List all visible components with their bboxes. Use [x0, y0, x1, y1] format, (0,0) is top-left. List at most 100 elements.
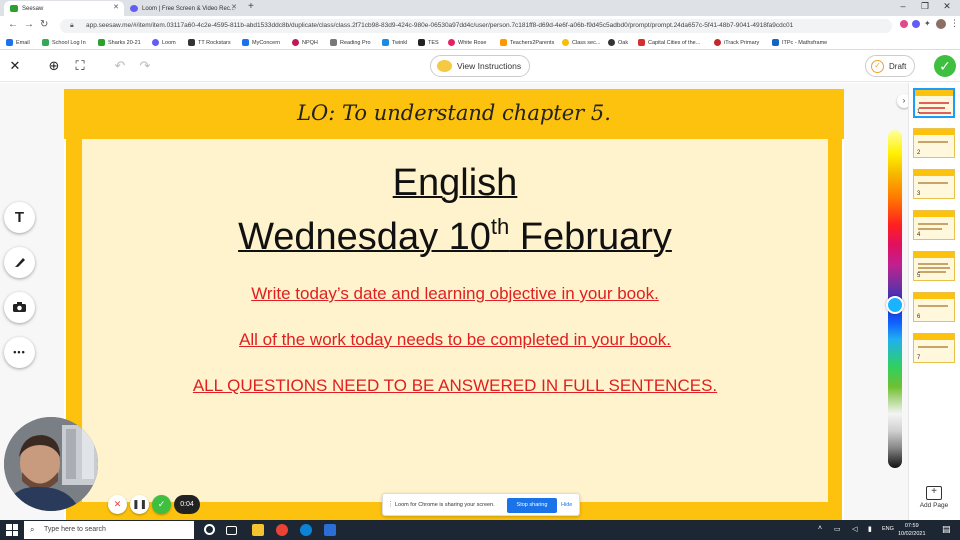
slide-date: Wednesday 10th February — [78, 214, 832, 259]
draft-check-icon: ✓ — [871, 59, 884, 73]
thumb-header — [914, 211, 954, 217]
slide-title: English — [78, 162, 832, 205]
bookmark-label: Teachers2Parents — [510, 39, 555, 46]
mail-icon[interactable] — [324, 524, 336, 536]
forward-icon[interactable]: → — [24, 19, 34, 30]
tab-loom[interactable]: Loom | Free Screen & Video Rec... ✕ — [124, 1, 242, 16]
cortana-icon[interactable] — [204, 524, 215, 535]
task-view-icon[interactable] — [226, 526, 237, 535]
tray-chevron-icon[interactable]: ˄ — [818, 525, 822, 532]
pause-icon[interactable]: ❚❚ — [130, 495, 149, 514]
bookmark-label: NPQH — [302, 39, 318, 46]
bookmark-loom[interactable]: Loom — [152, 39, 176, 46]
bookmark-npqh[interactable]: NPQH — [292, 39, 318, 46]
close-window-icon[interactable]: ✕ — [936, 1, 958, 12]
draft-button[interactable]: ✓ Draft — [865, 55, 915, 77]
zoom-icon[interactable]: ⊕ — [45, 57, 63, 75]
browser-tab-bar: Seesaw ✕ Loom | Free Screen & Video Rec.… — [0, 0, 960, 16]
date-prefix: Wednesday 10 — [238, 216, 491, 258]
reload-icon[interactable]: ↻ — [40, 19, 48, 30]
bookmark-icon — [330, 39, 337, 46]
bookmark-mathsframe[interactable]: ITPc - Mathsframe — [772, 39, 827, 46]
bookmark-myconcern[interactable]: MyConcern — [242, 39, 280, 46]
finish-recording-icon[interactable]: ✓ — [152, 495, 171, 514]
text-tool-button[interactable]: T — [4, 202, 35, 233]
network-icon[interactable]: ▭ — [834, 525, 841, 533]
draft-label: Draft — [889, 61, 907, 71]
language-indicator[interactable]: ENG — [882, 526, 894, 532]
bookmark-class-sec[interactable]: Class sec... — [562, 39, 600, 46]
add-page-icon: + — [926, 486, 942, 500]
notifications-icon[interactable]: ▤ — [942, 524, 951, 535]
edge-icon[interactable] — [300, 524, 312, 536]
lock-icon: 🔒︎ — [70, 22, 74, 29]
tab-seesaw[interactable]: Seesaw ✕ — [4, 1, 124, 16]
seesaw-favicon-icon — [10, 5, 18, 12]
fullscreen-icon[interactable]: ⛶ — [71, 57, 89, 75]
bookmark-tt-rockstars[interactable]: TT Rockstars — [188, 39, 231, 46]
hide-button[interactable]: Hide — [561, 502, 572, 508]
bookmark-oak[interactable]: Oak — [608, 39, 628, 46]
taskbar-search-input[interactable]: ⌕ Type here to search — [24, 521, 194, 539]
minimize-icon[interactable]: – — [892, 1, 914, 11]
bookmark-label: MyConcern — [252, 39, 281, 46]
camera-tool-button[interactable] — [4, 292, 35, 323]
close-icon[interactable]: ✕ — [6, 57, 24, 75]
new-tab-button[interactable]: + — [248, 1, 254, 12]
pen-tool-button[interactable] — [4, 247, 35, 278]
bookmark-icon — [608, 39, 615, 46]
add-page-button[interactable]: + Add Page — [912, 486, 956, 509]
bookmark-capital-cities[interactable]: Capital Cities of the... — [638, 39, 700, 46]
bookmark-label: Loom — [162, 39, 176, 46]
taskbar-clock[interactable]: 07:59 10/02/2021 — [898, 522, 926, 538]
chrome-icon[interactable] — [276, 524, 288, 536]
bookmark-white-rose[interactable]: White Rose — [448, 39, 486, 46]
bookmark-reading-pro[interactable]: Reading Pro — [330, 39, 371, 46]
loom-extension-icon[interactable] — [912, 20, 920, 28]
date-suffix-sup: th — [490, 214, 510, 239]
bookmark-teachers2parents[interactable]: Teachers2Parents — [500, 39, 554, 46]
bookmark-email[interactable]: Email — [6, 39, 30, 46]
avatar[interactable] — [936, 19, 946, 29]
battery-icon[interactable]: ▮ — [868, 525, 872, 533]
recording-timer: 0:04 — [174, 495, 200, 514]
extension-icon[interactable] — [900, 20, 908, 28]
stop-sharing-button[interactable]: Stop sharing — [507, 498, 557, 513]
email-icon — [6, 39, 13, 46]
bookmark-twinkl[interactable]: Twinkl — [382, 39, 407, 46]
bookmark-label: ITPc - Mathsframe — [782, 39, 828, 46]
file-explorer-icon[interactable] — [252, 524, 264, 536]
page-number: 7 — [917, 355, 921, 361]
thumb-header — [914, 293, 954, 299]
instruction-line: All of the work today needs to be comple… — [239, 330, 671, 349]
bookmark-itrack[interactable]: iTrack Primary — [714, 39, 759, 46]
bookmark-tes[interactable]: TES — [418, 39, 439, 46]
bookmark-school-log-in[interactable]: School Log In — [42, 39, 86, 46]
volume-icon[interactable]: ◁ — [852, 525, 857, 533]
menu-dots-icon[interactable]: ⋮ — [950, 18, 959, 29]
drag-handle-icon[interactable]: ⋮ — [387, 500, 394, 508]
delete-recording-icon[interactable]: ✕ — [108, 495, 127, 514]
color-slider-handle[interactable] — [886, 296, 904, 314]
editor-toolbar: ✕ ⊕ ⛶ ↶ ↷ View Instructions ✓ Draft ✓ — [0, 50, 960, 82]
page-number: 3 — [917, 191, 921, 197]
url-field[interactable]: 🔒︎ app.seesaw.me/#/item/item.03117a60-4c… — [60, 19, 892, 33]
more-tools-button[interactable]: ••• — [4, 337, 35, 368]
webcam-bubble[interactable] — [4, 417, 98, 511]
undo-icon[interactable]: ↶ — [111, 57, 129, 75]
done-check-button[interactable]: ✓ — [934, 55, 956, 77]
puzzle-icon[interactable]: ✦ — [924, 19, 931, 28]
bookmark-icon — [382, 39, 389, 46]
view-instructions-button[interactable]: View Instructions — [430, 55, 530, 77]
bookmark-icon — [772, 39, 779, 46]
windows-start-icon[interactable] — [6, 524, 18, 536]
thumb-line — [918, 305, 948, 307]
restore-icon[interactable]: ❐ — [914, 1, 936, 12]
redo-icon[interactable]: ↷ — [136, 57, 154, 75]
bookmark-sharks[interactable]: Sharks 20-21 — [98, 39, 141, 46]
slide-title-text: English — [392, 162, 518, 204]
close-tab-icon[interactable]: ✕ — [231, 3, 237, 11]
back-icon[interactable]: ← — [8, 19, 18, 30]
close-tab-icon[interactable]: ✕ — [113, 3, 119, 11]
page-number: 4 — [917, 232, 921, 238]
